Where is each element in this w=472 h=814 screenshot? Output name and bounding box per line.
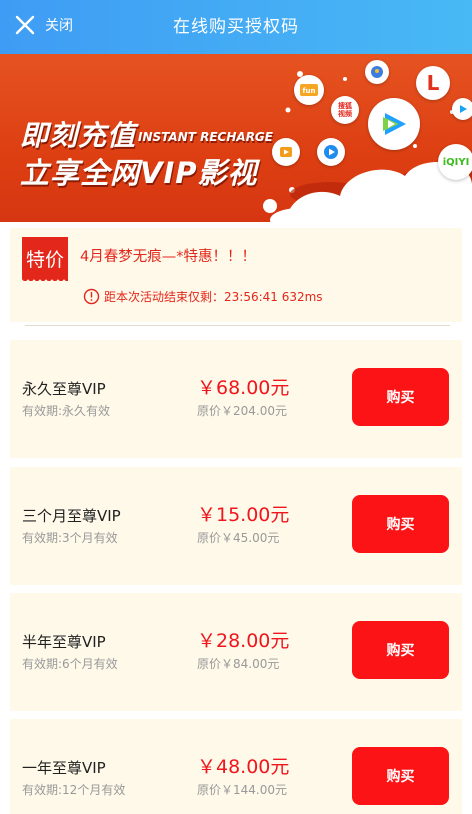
letv-logo-text: L bbox=[426, 71, 440, 95]
plan-price: ￥68.00元 bbox=[197, 377, 290, 399]
plan-validity: 有效期:12个月有效 bbox=[22, 783, 126, 797]
countdown: 距本次活动结束仅剩：23:56:41 632ms bbox=[83, 288, 323, 305]
plan-original-price: 原价￥84.00元 bbox=[197, 657, 280, 671]
buy-button[interactable]: 购买 bbox=[352, 495, 449, 553]
countdown-text: 距本次活动结束仅剩：23:56:41 632ms bbox=[104, 290, 323, 304]
plan-card-permanent: 永久至尊VIP 有效期:永久有效 ￥68.00元 原价￥204.00元 购买 bbox=[10, 340, 462, 458]
tag-edge bbox=[22, 278, 68, 284]
tencent-video-icon bbox=[368, 98, 420, 150]
plan-original-price: 原价￥45.00元 bbox=[197, 531, 280, 545]
plan-price: ￥28.00元 bbox=[197, 630, 290, 652]
plan-card-3-months: 三个月至尊VIP 有效期:3个月有效 ￥15.00元 原价￥45.00元 购买 bbox=[10, 467, 462, 585]
iqiyi-icon: iQIYI bbox=[438, 144, 472, 180]
buy-button[interactable]: 购买 bbox=[352, 368, 449, 426]
plan-validity: 有效期:3个月有效 bbox=[22, 531, 118, 545]
plan-card-1-year: 一年至尊VIP 有效期:12个月有效 ￥48.00元 原价￥144.00元 购买 bbox=[10, 719, 462, 814]
location-pin-icon bbox=[365, 60, 389, 84]
plan-original-price: 原价￥204.00元 bbox=[197, 404, 287, 418]
divider bbox=[25, 325, 450, 326]
fun-icon: fun bbox=[294, 75, 324, 105]
buy-button[interactable]: 购买 bbox=[352, 621, 449, 679]
promo-banner: 即刻充值 INSTANT RECHARGE 立享全网VIP影视 fun L 搜狐 … bbox=[0, 54, 472, 222]
purchase-content: 特价 4月春梦无痕—*特惠！！！ 距本次活动结束仅剩：23:56:41 632m… bbox=[0, 222, 472, 814]
plan-name: 三个月至尊VIP bbox=[22, 507, 121, 525]
promo-text: 4月春梦无痕—*特惠！！！ bbox=[80, 249, 256, 265]
clock-icon bbox=[83, 288, 100, 305]
banner-headline-en: INSTANT RECHARGE bbox=[138, 130, 273, 144]
banner-subheadline: 立享全网VIP影视 bbox=[20, 156, 258, 190]
plan-card-6-months: 半年至尊VIP 有效期:6个月有效 ￥28.00元 原价￥84.00元 购买 bbox=[10, 593, 462, 711]
banner-headline: 即刻充值 INSTANT RECHARGE bbox=[20, 114, 273, 154]
page-title: 在线购买授权码 bbox=[173, 17, 299, 37]
plan-price: ￥48.00元 bbox=[197, 756, 290, 778]
letv-icon: L bbox=[416, 66, 450, 100]
mgtv-icon bbox=[317, 138, 345, 166]
plan-validity: 有效期:6个月有效 bbox=[22, 657, 118, 671]
buy-button[interactable]: 购买 bbox=[352, 747, 449, 805]
plan-name: 一年至尊VIP bbox=[22, 759, 106, 777]
plan-validity: 有效期:永久有效 bbox=[22, 404, 111, 418]
banner-headline-cn: 即刻充值 bbox=[20, 119, 137, 152]
youku-icon bbox=[452, 98, 472, 120]
iqiyi-logo-text: iQIYI bbox=[442, 156, 470, 168]
plan-price: ￥15.00元 bbox=[197, 504, 290, 526]
sohu-logo-text: 搜狐 视频 bbox=[338, 102, 352, 118]
plan-original-price: 原价￥144.00元 bbox=[197, 783, 287, 797]
promo-section: 特价 4月春梦无痕—*特惠！！！ 距本次活动结束仅剩：23:56:41 632m… bbox=[10, 228, 462, 322]
sohu-icon: 搜狐 视频 bbox=[331, 96, 359, 124]
special-offer-tag: 特价 bbox=[22, 237, 68, 279]
top-bar: 关闭 在线购买授权码 bbox=[0, 0, 472, 54]
mango-icon bbox=[272, 138, 300, 166]
plan-name: 半年至尊VIP bbox=[22, 633, 106, 651]
plan-name: 永久至尊VIP bbox=[22, 380, 106, 398]
svg-text:fun: fun bbox=[302, 87, 315, 95]
